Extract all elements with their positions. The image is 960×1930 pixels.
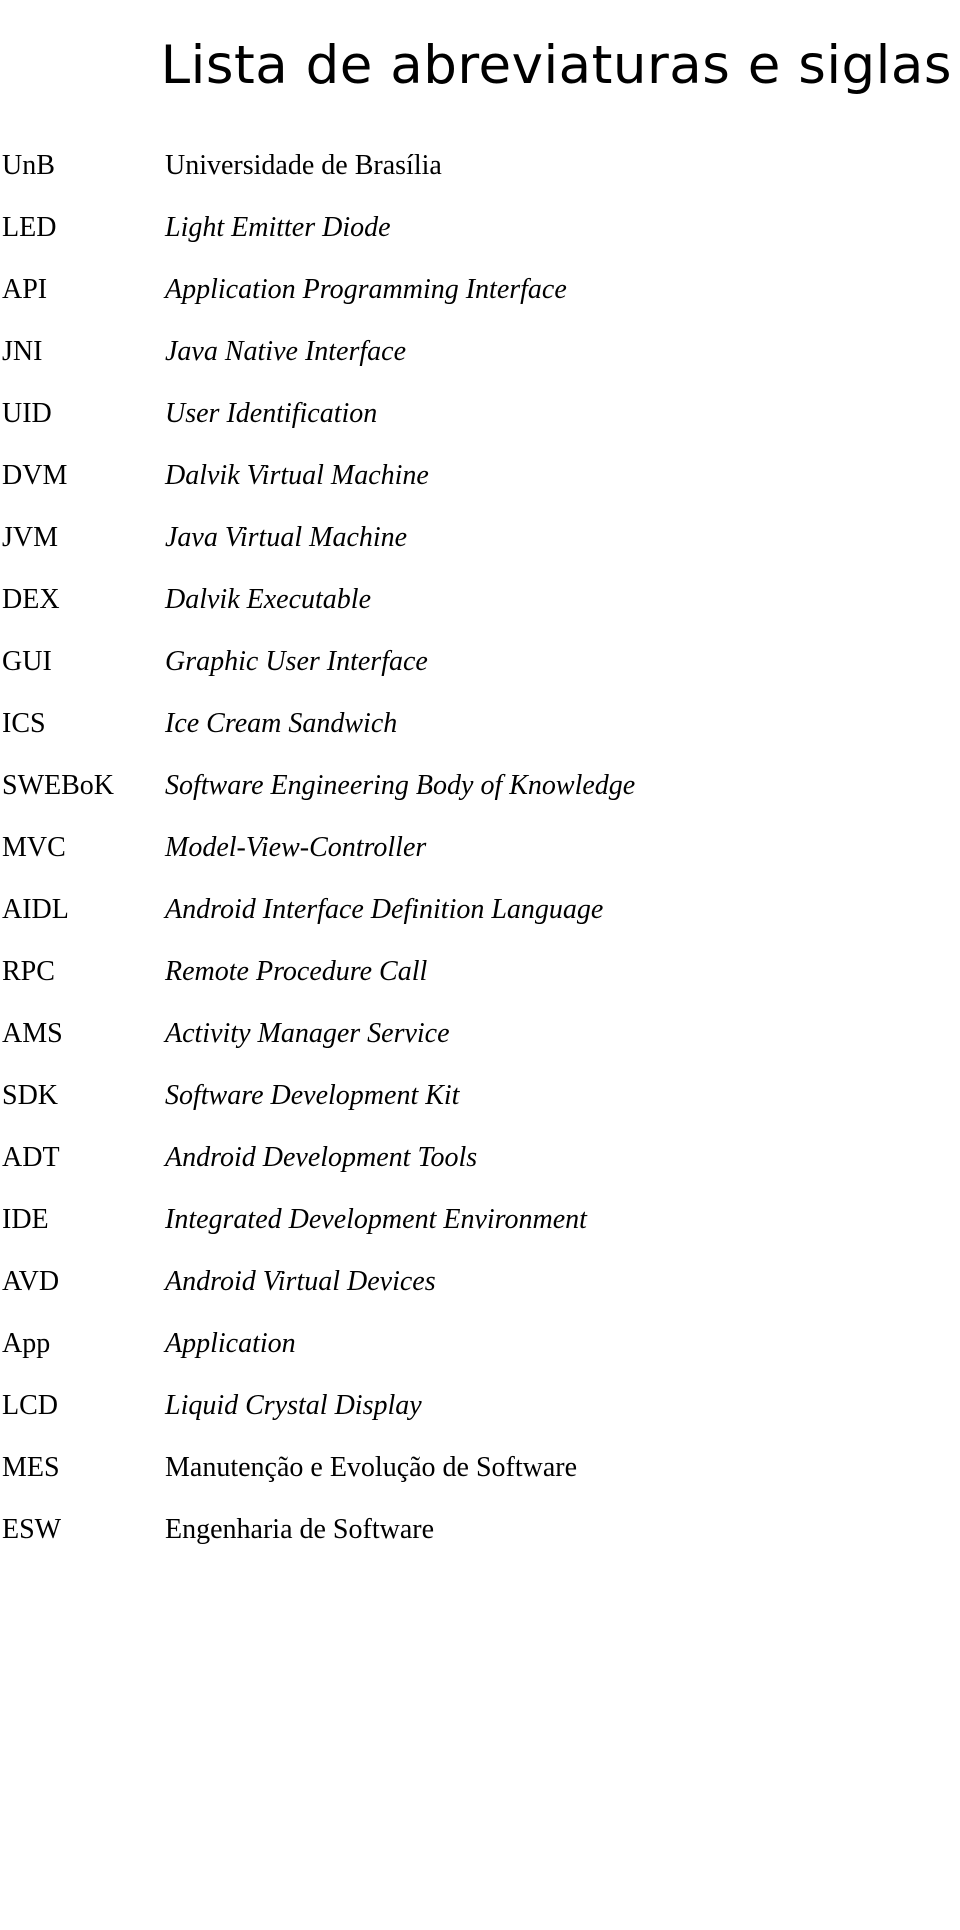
abbreviation-row: JVM Java Virtual Machine xyxy=(0,522,960,584)
abbreviation-term: ICS xyxy=(2,708,46,739)
abbreviation-definition: Integrated Development Environment xyxy=(165,1204,587,1235)
abbreviation-definition: Engenharia de Software xyxy=(165,1514,434,1545)
abbreviation-term: LCD xyxy=(2,1390,58,1421)
abbreviation-term: SDK xyxy=(2,1080,59,1111)
abbreviation-row: AVD Android Virtual Devices xyxy=(0,1266,960,1328)
abbreviation-term: DEX xyxy=(2,584,60,615)
abbreviation-row: AIDL Android Interface Definition Languag… xyxy=(0,894,960,956)
abbreviation-definition: Ice Cream Sandwich xyxy=(165,708,398,739)
abbreviation-term: UnB xyxy=(2,150,55,181)
abbreviation-row: UID User Identification xyxy=(0,398,960,460)
abbreviation-row: SDK Software Development Kit xyxy=(0,1080,960,1142)
abbreviation-term: RPC xyxy=(2,956,55,987)
abbreviation-definition: Application Programming Interface xyxy=(165,274,567,305)
document-page: Lista de abreviaturas e siglas UnB Univer… xyxy=(0,0,960,1930)
abbreviation-definition: Dalvik Virtual Machine xyxy=(165,460,429,491)
abbreviation-row: LED Light Emitter Diode xyxy=(0,212,960,274)
abbreviation-term: API xyxy=(2,274,48,305)
abbreviation-definition: Light Emitter Diode xyxy=(165,212,391,243)
abbreviation-term: LED xyxy=(2,212,57,243)
abbreviation-definition: Liquid Crystal Display xyxy=(165,1390,422,1421)
abbreviation-row: DEX Dalvik Executable xyxy=(0,584,960,646)
abbreviation-definition: Dalvik Executable xyxy=(165,584,372,615)
abbreviation-term: MVC xyxy=(2,832,66,863)
abbreviation-row: GUI Graphic User Interface xyxy=(0,646,960,708)
abbreviations-list: UnB Universidade de Brasília LED Light Emit… xyxy=(0,150,960,1576)
abbreviation-row: IDE Integrated Development Environment xyxy=(0,1204,960,1266)
abbreviation-row: LCD Liquid Crystal Display xyxy=(0,1390,960,1452)
abbreviation-term: SWEBoK xyxy=(2,770,114,801)
abbreviation-term: DVM xyxy=(2,460,68,491)
abbreviation-definition: Manutenção e Evolução de Software xyxy=(165,1452,578,1483)
abbreviation-definition: Remote Procedure Call xyxy=(165,956,428,987)
abbreviation-row: JNI Java Native Interface xyxy=(0,336,960,398)
abbreviation-definition: Java Virtual Machine xyxy=(165,522,408,553)
abbreviation-definition: Android Interface Definition Language xyxy=(165,894,604,925)
abbreviation-definition: Activity Manager Service xyxy=(165,1018,450,1049)
page-title: Lista de abreviaturas e siglas xyxy=(160,34,952,96)
abbreviation-row: AMS Activity Manager Service xyxy=(0,1018,960,1080)
abbreviation-row: MES Manutenção e Evolução de Software xyxy=(0,1452,960,1514)
abbreviation-term: App xyxy=(2,1328,51,1359)
abbreviation-term: ADT xyxy=(2,1142,60,1173)
abbreviation-row: App Application xyxy=(0,1328,960,1390)
abbreviation-row: SWEBoK Software Engineering Body of Knowl… xyxy=(0,770,960,832)
abbreviation-definition: Software Engineering Body of Knowledge xyxy=(165,770,636,801)
abbreviation-definition: Android Virtual Devices xyxy=(165,1266,436,1297)
abbreviation-term: JNI xyxy=(2,336,43,367)
abbreviation-term: AIDL xyxy=(2,894,69,925)
abbreviation-term: AVD xyxy=(2,1266,60,1297)
abbreviation-term: MES xyxy=(2,1452,60,1483)
abbreviation-term: UID xyxy=(2,398,52,429)
abbreviation-row: ICS Ice Cream Sandwich xyxy=(0,708,960,770)
abbreviation-row: MVC Model-View-Controller xyxy=(0,832,960,894)
abbreviation-term: ESW xyxy=(2,1514,62,1545)
abbreviation-definition: Application xyxy=(165,1328,296,1359)
abbreviation-term: IDE xyxy=(2,1204,49,1235)
abbreviation-row: UnB Universidade de Brasília xyxy=(0,150,960,212)
abbreviation-definition: User Identification xyxy=(165,398,378,429)
abbreviation-row: RPC Remote Procedure Call xyxy=(0,956,960,1018)
abbreviation-row: ADT Android Development Tools xyxy=(0,1142,960,1204)
abbreviation-definition: Model-View-Controller xyxy=(165,832,427,863)
abbreviation-definition: Universidade de Brasília xyxy=(165,150,442,181)
abbreviation-definition: Java Native Interface xyxy=(165,336,407,367)
abbreviation-row: API Application Programming Interface xyxy=(0,274,960,336)
abbreviation-definition: Software Development Kit xyxy=(165,1080,460,1111)
abbreviation-term: JVM xyxy=(2,522,59,553)
abbreviation-row: ESW Engenharia de Software xyxy=(0,1514,960,1576)
abbreviation-definition: Graphic User Interface xyxy=(165,646,428,677)
abbreviation-definition: Android Development Tools xyxy=(165,1142,478,1173)
abbreviation-term: AMS xyxy=(2,1018,63,1049)
abbreviation-row: DVM Dalvik Virtual Machine xyxy=(0,460,960,522)
abbreviation-term: GUI xyxy=(2,646,52,677)
